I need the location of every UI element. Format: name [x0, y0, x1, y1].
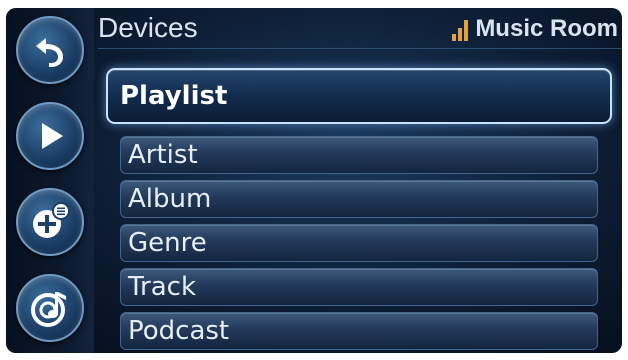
menu-item-artist[interactable]: Artist [120, 136, 598, 174]
room-name: Music Room [475, 15, 618, 42]
back-arrow-icon [36, 38, 63, 67]
signal-strength-icon [452, 19, 469, 41]
room-indicator[interactable]: Music Room [452, 17, 618, 41]
menu-item-genre[interactable]: Genre [120, 224, 598, 262]
menu-item-playlist[interactable]: Playlist [106, 68, 612, 124]
play-button[interactable] [16, 102, 84, 170]
page-title: Devices [98, 12, 198, 43]
header-bar: Devices Music Room [98, 8, 622, 49]
browse-menu: Playlist Artist Album Genre Track Podcas… [106, 68, 612, 353]
music-browser-screen: Devices Music Room Playlist Artist Album… [6, 8, 622, 353]
music-source-icon [31, 292, 66, 327]
menu-item-podcast[interactable]: Podcast [120, 312, 598, 350]
left-control-rail [6, 8, 94, 353]
menu-item-album[interactable]: Album [120, 180, 598, 218]
add-to-queue-button[interactable] [16, 188, 84, 256]
menu-item-track[interactable]: Track [120, 268, 598, 306]
add-to-queue-icon [33, 202, 70, 238]
back-button[interactable] [16, 16, 84, 84]
music-source-button[interactable] [16, 274, 84, 342]
play-icon [42, 123, 63, 149]
